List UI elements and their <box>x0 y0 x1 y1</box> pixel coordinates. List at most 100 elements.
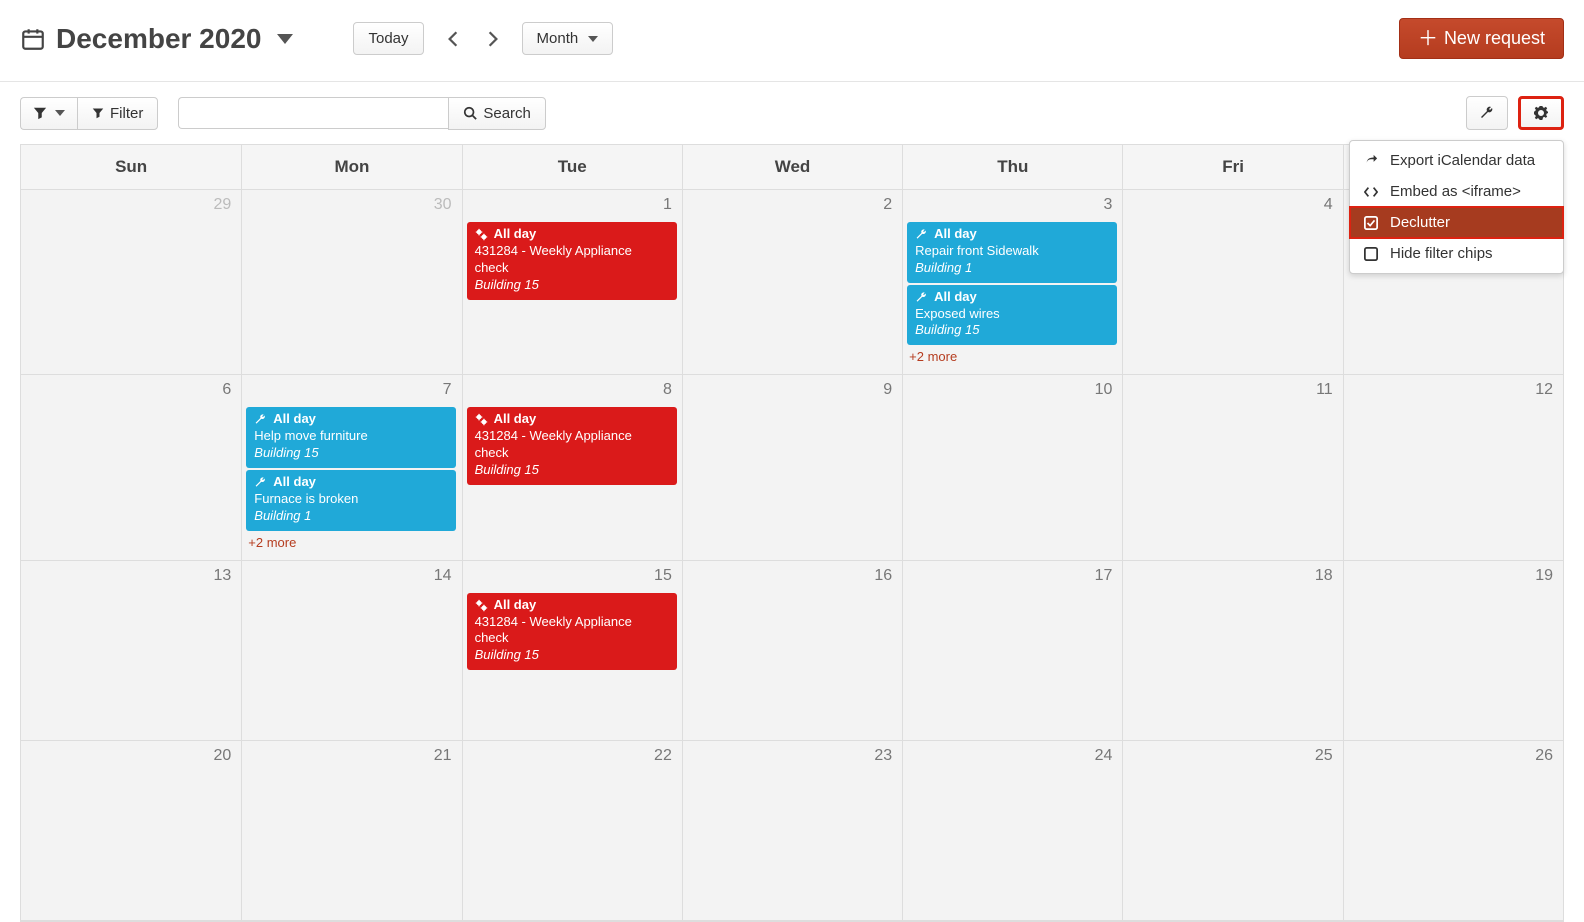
search-button[interactable]: Search <box>448 97 546 130</box>
wrench-tool-button[interactable] <box>1466 96 1508 130</box>
all-day-label: All day <box>494 226 537 243</box>
day-number: 12 <box>1535 381 1553 399</box>
calendar-header: SunMonTueWedThuFriSat <box>21 145 1563 190</box>
gears-icon <box>475 599 488 612</box>
today-button[interactable]: Today <box>353 22 423 55</box>
all-day-label: All day <box>494 411 537 428</box>
caret-down-icon <box>277 34 293 44</box>
calendar-cell[interactable]: 24 <box>902 741 1122 921</box>
calendar-cell[interactable]: 4 <box>1122 190 1342 375</box>
caret-down-icon <box>588 36 598 42</box>
calendar-cell[interactable]: 10 <box>902 375 1122 560</box>
day-number: 15 <box>654 567 672 585</box>
day-number: 7 <box>443 381 452 399</box>
day-number: 23 <box>874 747 892 765</box>
day-number: 6 <box>222 381 231 399</box>
calendar-cell[interactable]: 25 <box>1122 741 1342 921</box>
calendar-cell[interactable]: 21 <box>241 741 461 921</box>
calendar-cell[interactable]: 14 <box>241 561 461 741</box>
day-number: 26 <box>1535 747 1553 765</box>
event-subtitle: Building 15 <box>475 277 669 294</box>
settings-button[interactable] <box>1518 96 1564 130</box>
search-input[interactable] <box>178 97 448 129</box>
view-selector[interactable]: Month <box>522 22 614 55</box>
calendar-body: 29301All day431284 - Weekly Appliance ch… <box>21 190 1563 921</box>
event-subtitle: Building 15 <box>254 445 448 462</box>
calendar-event[interactable]: All day431284 - Weekly Appliance checkBu… <box>467 407 677 485</box>
calendar-cell[interactable]: 29 <box>21 190 241 375</box>
calendar-cell[interactable]: 13 <box>21 561 241 741</box>
filter-label: Filter <box>110 105 143 122</box>
menu-hide-chips[interactable]: Hide filter chips <box>1350 238 1563 269</box>
day-number: 1 <box>663 196 672 214</box>
calendar-event[interactable]: All dayRepair front SidewalkBuilding 1 <box>907 222 1117 283</box>
calendar-cell[interactable]: 11 <box>1122 375 1342 560</box>
calendar-icon <box>20 26 46 52</box>
menu-export[interactable]: Export iCalendar data <box>1350 145 1563 176</box>
calendar-cell[interactable]: 16 <box>682 561 902 741</box>
calendar-cell[interactable]: 1 All day431284 - Weekly Appliance checkB… <box>462 190 682 375</box>
day-header: Tue <box>462 145 682 189</box>
caret-down-icon <box>55 110 65 116</box>
event-title: Help move furniture <box>254 428 448 445</box>
day-number: 22 <box>654 747 672 765</box>
calendar-cell[interactable]: 19 <box>1343 561 1563 741</box>
calendar-event[interactable]: All dayExposed wiresBuilding 15 <box>907 285 1117 346</box>
day-number: 13 <box>213 567 231 585</box>
calendar-event[interactable]: All dayHelp move furnitureBuilding 15 <box>246 407 456 468</box>
gear-icon <box>1533 105 1549 121</box>
calendar-cell[interactable]: 18 <box>1122 561 1342 741</box>
calendar-event[interactable]: All dayFurnace is brokenBuilding 1 <box>246 470 456 531</box>
day-number: 11 <box>1316 381 1333 399</box>
calendar-title[interactable]: December 2020 <box>20 23 293 55</box>
event-title: Repair front Sidewalk <box>915 243 1109 260</box>
prev-button[interactable] <box>442 26 464 52</box>
more-events-link[interactable]: +2 more <box>248 535 455 550</box>
calendar-cell[interactable]: 8All day431284 - Weekly Appliance checkB… <box>462 375 682 560</box>
calendar-cell[interactable]: 9 <box>682 375 902 560</box>
day-number: 2 <box>883 196 892 214</box>
day-number: 24 <box>1095 747 1113 765</box>
calendar-cell[interactable]: 26 <box>1343 741 1563 921</box>
filter-button[interactable]: Filter <box>77 97 158 130</box>
new-request-button[interactable]: ＋ New request <box>1399 18 1564 59</box>
calendar-cell[interactable]: 30 <box>241 190 461 375</box>
day-header: Sun <box>21 145 241 189</box>
day-number: 25 <box>1315 747 1333 765</box>
nav-arrows <box>442 26 504 52</box>
event-title: Furnace is broken <box>254 491 448 508</box>
next-button[interactable] <box>482 26 504 52</box>
calendar-cell[interactable]: 7All dayHelp move furnitureBuilding 15Al… <box>241 375 461 560</box>
calendar-cell[interactable]: 20 <box>21 741 241 921</box>
search-label: Search <box>483 105 531 122</box>
calendar-event[interactable]: All day431284 - Weekly Appliance checkBu… <box>467 593 677 671</box>
settings-dropdown: Export iCalendar data Embed as <iframe> … <box>1349 140 1564 274</box>
menu-declutter[interactable]: Declutter <box>1350 207 1563 238</box>
calendar-cell[interactable]: 15 All day431284 - Weekly Appliance check… <box>462 561 682 741</box>
title-text: December 2020 <box>56 23 261 55</box>
wrench-icon <box>1479 105 1495 121</box>
day-number: 30 <box>434 196 452 214</box>
all-day-label: All day <box>273 411 316 428</box>
calendar-cell[interactable]: 23 <box>682 741 902 921</box>
menu-embed[interactable]: Embed as <iframe> <box>1350 176 1563 207</box>
wrench-icon <box>254 413 267 426</box>
filter-toggle-button[interactable] <box>20 97 77 130</box>
calendar-cell[interactable]: 6 <box>21 375 241 560</box>
calendar-event[interactable]: All day431284 - Weekly Appliance checkBu… <box>467 222 677 300</box>
all-day-label: All day <box>934 289 977 306</box>
calendar-cell[interactable]: 2 <box>682 190 902 375</box>
checkbox-checked-icon <box>1364 216 1380 230</box>
event-subtitle: Building 1 <box>254 508 448 525</box>
day-number: 9 <box>883 381 892 399</box>
calendar-cell[interactable]: 3All dayRepair front SidewalkBuilding 1A… <box>902 190 1122 375</box>
view-label: Month <box>537 30 579 47</box>
day-number: 29 <box>213 196 231 214</box>
calendar-cell[interactable]: 17 <box>902 561 1122 741</box>
calendar-cell[interactable]: 12 <box>1343 375 1563 560</box>
day-header: Thu <box>902 145 1122 189</box>
more-events-link[interactable]: +2 more <box>909 349 1116 364</box>
day-header: Mon <box>241 145 461 189</box>
day-header: Fri <box>1122 145 1342 189</box>
calendar-cell[interactable]: 22 <box>462 741 682 921</box>
